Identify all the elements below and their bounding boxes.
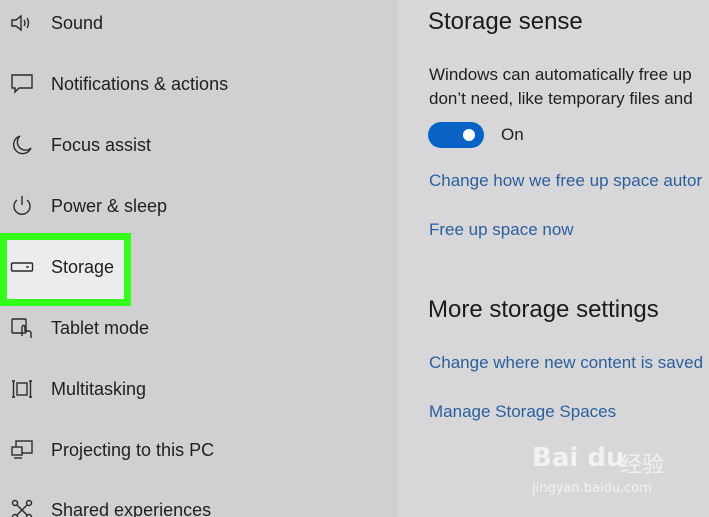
watermark-jingyan-text: 经验 (620, 453, 665, 478)
storage-sense-toggle[interactable] (428, 122, 484, 148)
storage-sense-description-line2: don’t need, like temporary files and (429, 89, 693, 108)
sidebar-item-label: Notifications & actions (51, 73, 229, 94)
sidebar-item-label: Projecting to this PC (51, 439, 215, 460)
change-free-up-space-link[interactable]: Change how we free up space autor (429, 171, 702, 191)
baidu-watermark: Bai du 经验 jingyan.baidu.com (532, 441, 697, 503)
change-new-content-location-link[interactable]: Change where new content is saved (429, 353, 703, 373)
sidebar-item-label: Tablet mode (51, 317, 150, 338)
storage-settings-panel: Storage sense Windows can automatically … (398, 0, 709, 517)
shared-experiences-icon (9, 497, 35, 517)
sidebar-item-label: Shared experiences (51, 499, 212, 517)
sidebar-item-label: Storage (51, 256, 115, 277)
speaker-icon (9, 10, 35, 36)
sidebar-item-power-sleep[interactable]: Power & sleep (0, 186, 398, 226)
sidebar-item-label: Sound (51, 12, 104, 33)
watermark-url: jingyan.baidu.com (532, 481, 652, 496)
manage-storage-spaces-link[interactable]: Manage Storage Spaces (429, 402, 616, 422)
sidebar-item-notifications[interactable]: Notifications & actions (0, 64, 398, 104)
storage-sense-description-line1: Windows can automatically free up (429, 65, 692, 84)
sidebar-item-label: Focus assist (51, 134, 152, 155)
free-up-space-now-link[interactable]: Free up space now (429, 220, 574, 240)
sidebar-item-label: Power & sleep (51, 195, 168, 216)
sidebar-item-projecting[interactable]: Projecting to this PC (0, 430, 398, 470)
storage-drive-icon (9, 254, 35, 280)
baidu-logo: Bai du (532, 443, 625, 473)
multitasking-icon (9, 376, 35, 402)
notification-icon (9, 71, 35, 97)
storage-sense-heading: Storage sense (428, 8, 583, 35)
sidebar-item-storage[interactable]: Storage (0, 247, 398, 287)
sidebar-item-tablet-mode[interactable]: Tablet mode (0, 308, 398, 348)
more-storage-settings-heading: More storage settings (428, 296, 659, 323)
toggle-knob (463, 129, 475, 141)
sidebar-item-label: Multitasking (51, 378, 147, 399)
projecting-icon (9, 437, 35, 463)
sidebar-item-focus-assist[interactable]: Focus assist (0, 125, 398, 165)
moon-icon (9, 132, 35, 158)
sidebar-item-shared-experiences[interactable]: Shared experiences (0, 490, 398, 517)
sidebar-item-sound[interactable]: Sound (0, 3, 398, 43)
settings-sidebar: Sound Notifications & actions Focus assi… (0, 0, 398, 517)
storage-sense-toggle-state: On (501, 125, 524, 144)
sidebar-item-multitasking[interactable]: Multitasking (0, 369, 398, 409)
power-icon (9, 193, 35, 219)
tablet-mode-icon (9, 315, 35, 341)
